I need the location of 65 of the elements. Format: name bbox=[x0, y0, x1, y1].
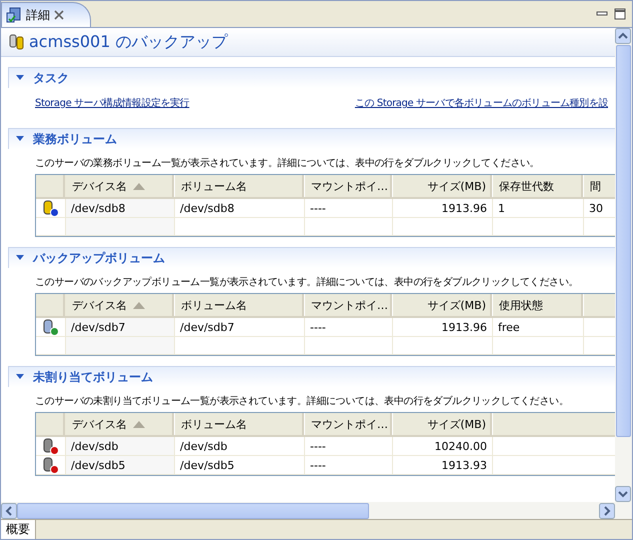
view-tab[interactable]: 詳細 bbox=[1, 2, 91, 27]
table-cell: 1913.93 bbox=[393, 456, 493, 474]
section-title: 未割り当てボリューム bbox=[33, 368, 153, 386]
table-cell: /dev/sdb5 bbox=[175, 456, 305, 474]
table-cell: free bbox=[493, 318, 584, 336]
section-title: バックアップボリューム bbox=[33, 250, 165, 266]
table-cell: /dev/sdb bbox=[66, 437, 175, 455]
table-cell: ---- bbox=[305, 456, 393, 474]
column-header[interactable]: ボリューム名 bbox=[175, 175, 305, 197]
table-cell: /dev/sdb8 bbox=[175, 199, 305, 217]
sort-ascending-icon bbox=[133, 302, 145, 308]
column-header[interactable]: マウントポイ… bbox=[305, 294, 393, 316]
column-header[interactable]: マウントポイ… bbox=[305, 413, 393, 435]
table-cell: ---- bbox=[305, 437, 393, 455]
column-header[interactable]: ボリューム名 bbox=[175, 294, 305, 316]
section-description: このサーバの業務ボリューム一覧が表示されています。詳細については、表中の行をダブルクリックしてください。 bbox=[34, 156, 540, 171]
page-title: acmss001 のバックアップ bbox=[29, 32, 228, 52]
column-header[interactable]: 使用状態 bbox=[493, 294, 584, 316]
column-header[interactable]: サイズ(MB) bbox=[393, 294, 493, 316]
page-tab[interactable]: 概要 bbox=[1, 520, 36, 539]
task-link[interactable]: Storage サーバ構成情報設定を実行 bbox=[35, 96, 190, 110]
column-header[interactable]: ボリューム名 bbox=[175, 413, 305, 435]
table-cell: /dev/sdb5 bbox=[66, 456, 175, 474]
task-link[interactable]: この Storage サーバで各ボリュームのボリューム種別を設 bbox=[354, 96, 608, 110]
section-title: タスク bbox=[33, 70, 69, 86]
scroll-thumb[interactable] bbox=[616, 45, 631, 437]
table-cell: /dev/sdb7 bbox=[175, 318, 305, 336]
scroll-thumb[interactable] bbox=[17, 502, 369, 518]
section-header[interactable]: 業務ボリューム bbox=[8, 128, 615, 149]
scroll-left-icon[interactable] bbox=[1, 502, 17, 518]
close-icon[interactable] bbox=[54, 10, 64, 20]
section-header[interactable]: バックアップボリューム bbox=[8, 247, 615, 268]
horizontal-scrollbar[interactable] bbox=[1, 502, 632, 519]
column-header[interactable]: マウントポイ… bbox=[305, 175, 393, 197]
table-cell: ---- bbox=[305, 199, 393, 217]
table-cell: /dev/sdb bbox=[175, 437, 305, 455]
maximize-icon[interactable] bbox=[614, 8, 626, 20]
expand-icon[interactable] bbox=[15, 373, 25, 381]
vertical-scrollbar[interactable] bbox=[615, 28, 632, 502]
table-cell: 1913.96 bbox=[393, 199, 493, 217]
table-cell: 10240.00 bbox=[393, 437, 493, 455]
section-description: このサーバのバックアップボリューム一覧が表示されています。詳細については、表中の行をダブルクリックしてください。 bbox=[34, 276, 580, 290]
section-title: 業務ボリューム bbox=[33, 130, 117, 148]
scroll-up-icon[interactable] bbox=[615, 28, 631, 44]
section-header[interactable]: 未割り当てボリューム bbox=[8, 366, 615, 387]
table-cell: 1 bbox=[493, 199, 584, 217]
scroll-right-icon[interactable] bbox=[599, 502, 615, 518]
column-header[interactable]: デバイス名 bbox=[66, 175, 175, 197]
table-cell: ---- bbox=[305, 318, 393, 336]
table-cell: /dev/sdb7 bbox=[66, 318, 175, 336]
column-header[interactable]: サイズ(MB) bbox=[393, 175, 493, 197]
column-header[interactable]: 保存世代数 bbox=[493, 175, 584, 197]
expand-icon[interactable] bbox=[15, 135, 25, 143]
column-header[interactable]: サイズ(MB) bbox=[393, 413, 493, 435]
sort-ascending-icon bbox=[133, 420, 145, 428]
scroll-down-icon[interactable] bbox=[615, 486, 631, 502]
table-cell: /dev/sdb8 bbox=[66, 199, 175, 217]
section-header[interactable]: タスク bbox=[8, 67, 615, 88]
sort-ascending-icon bbox=[133, 182, 145, 190]
expand-icon[interactable] bbox=[15, 74, 25, 82]
expand-icon[interactable] bbox=[15, 254, 25, 262]
column-header[interactable]: デバイス名 bbox=[66, 294, 175, 316]
section-description: このサーバの未割り当てボリューム一覧が表示されています。詳細については、表中の行をダブルクリックしてください。 bbox=[34, 394, 570, 409]
column-header[interactable]: デバイス名 bbox=[66, 413, 175, 435]
table-cell: 1913.96 bbox=[393, 318, 493, 336]
